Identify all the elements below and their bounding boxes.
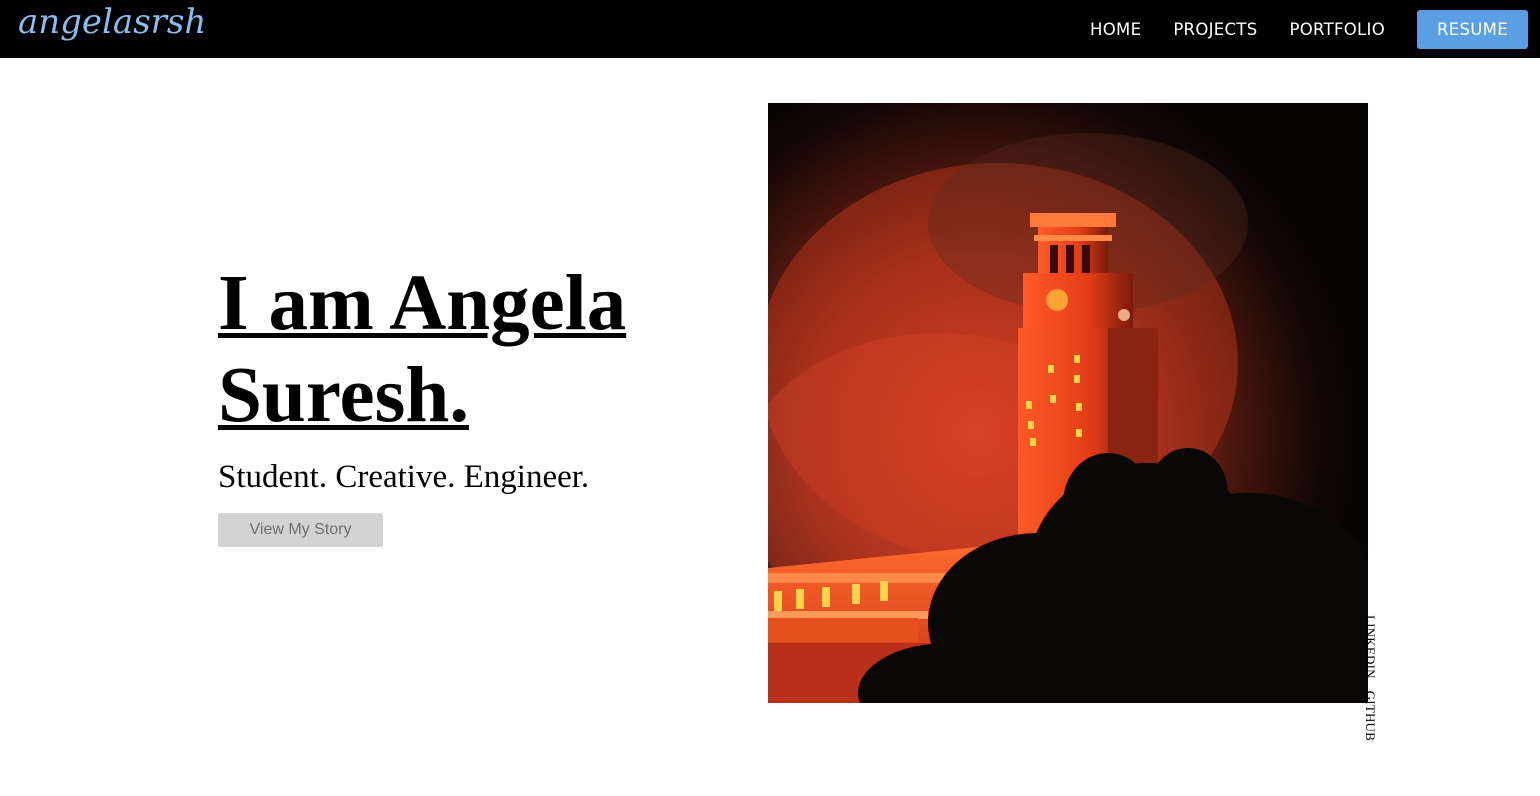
- hero-photo: [768, 103, 1368, 703]
- hero-subtitle: Student. Creative. Engineer.: [218, 459, 590, 495]
- nav-home-link[interactable]: HOME: [1090, 20, 1141, 39]
- top-navbar: angelasrsh HOME PROJECTS PORTFOLIO RESUM…: [0, 0, 1540, 58]
- github-link[interactable]: GITHUB: [1363, 691, 1378, 741]
- resume-button[interactable]: RESUME: [1417, 9, 1528, 49]
- view-my-story-button[interactable]: View My Story: [218, 513, 383, 547]
- hero-title: I am Angela Suresh.: [218, 260, 627, 439]
- nav-projects-link[interactable]: PROJECTS: [1173, 20, 1257, 39]
- tower-photo-image: [768, 103, 1368, 703]
- site-logo[interactable]: angelasrsh: [18, 2, 206, 42]
- linkedin-link[interactable]: LINKEDIN: [1363, 615, 1378, 679]
- nav-portfolio-link[interactable]: PORTFOLIO: [1289, 20, 1385, 39]
- social-links: LINKEDIN GITHUB: [1362, 615, 1378, 741]
- nav-links: HOME PROJECTS PORTFOLIO RESUME: [1090, 0, 1528, 58]
